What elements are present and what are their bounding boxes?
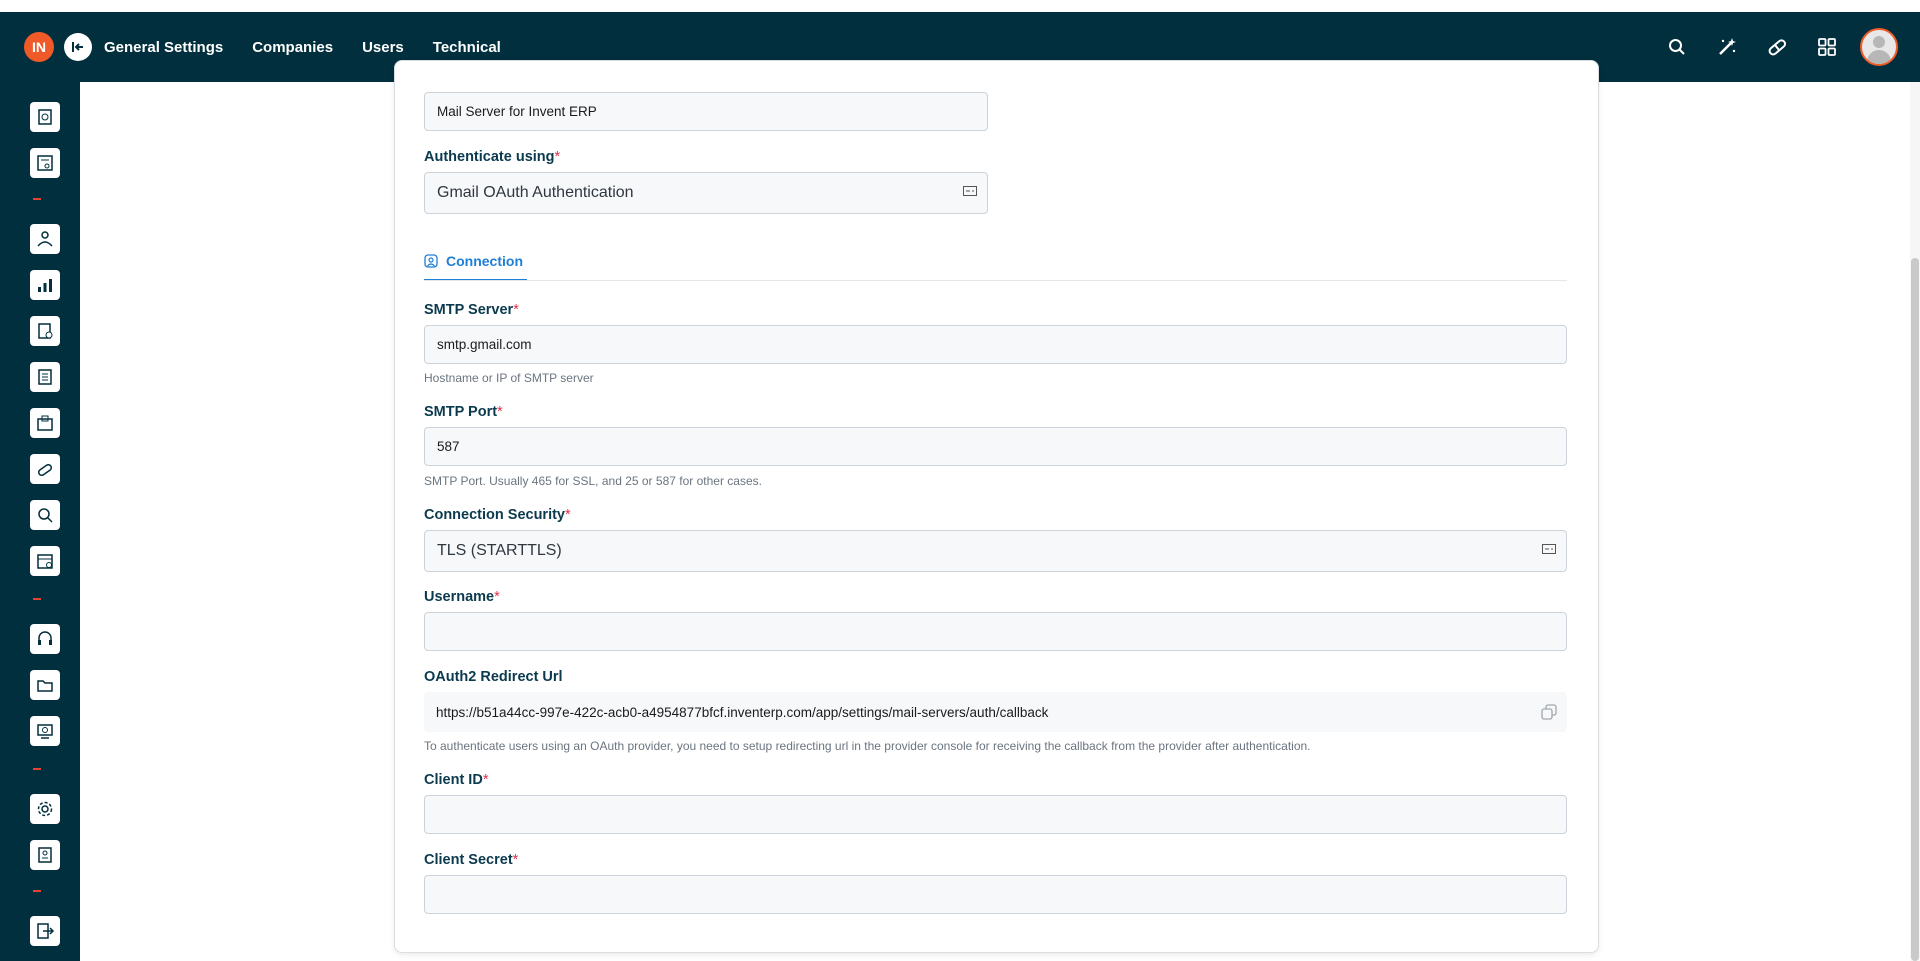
security-select[interactable]: TLS (STARTTLS) [424, 530, 1567, 572]
client-secret-input[interactable] [424, 875, 1567, 914]
smtp-port-value: 587 [437, 439, 460, 454]
select-dropdown-icon [1542, 544, 1556, 554]
employee-card-icon[interactable] [30, 840, 60, 870]
helpdesk-icon[interactable] [30, 624, 60, 654]
hr-search-icon[interactable] [30, 500, 60, 530]
nav-users[interactable]: Users [362, 39, 404, 56]
inventory-icon[interactable] [30, 408, 60, 438]
redirect-url-value: https://b51a44cc-997e-422c-acb0-a4954877… [436, 704, 1049, 720]
accounting-icon[interactable] [30, 362, 60, 392]
calendar-icon[interactable] [30, 546, 60, 576]
tab-connection-label: Connection [446, 253, 523, 269]
username-label: Username* [424, 589, 500, 605]
client-id-input[interactable] [424, 795, 1567, 834]
auth-label: Authenticate using* [424, 149, 561, 165]
smtp-port-hint: SMTP Port. Usually 465 for SSL, and 25 o… [424, 474, 762, 488]
smtp-server-label: SMTP Server* [424, 302, 519, 318]
sidebar-separator [33, 890, 41, 892]
scrollbar-thumb[interactable] [1911, 258, 1919, 961]
description-field[interactable]: Mail Server for Invent ERP [424, 92, 988, 131]
pill-icon[interactable] [1766, 36, 1788, 58]
purchase-icon[interactable] [30, 454, 60, 484]
nav-general-settings[interactable]: General Settings [104, 39, 223, 56]
smtp-port-label: SMTP Port* [424, 404, 503, 420]
select-dropdown-icon [963, 186, 977, 196]
pos-icon[interactable] [30, 148, 60, 178]
security-select-value: TLS (STARTTLS) [437, 542, 562, 559]
redirect-url-field: https://b51a44cc-997e-422c-acb0-a4954877… [424, 692, 1567, 732]
top-icons [1666, 12, 1920, 82]
website-icon[interactable] [30, 716, 60, 746]
sidebar-separator [33, 598, 41, 600]
nav-companies[interactable]: Companies [252, 39, 333, 56]
connection-icon [424, 254, 438, 268]
smtp-server-hint: Hostname or IP of SMTP server [424, 371, 594, 385]
smtp-port-input[interactable]: 587 [424, 427, 1567, 466]
smtp-server-input[interactable]: smtp.gmail.com [424, 325, 1567, 364]
tab-divider [424, 280, 1567, 281]
collapse-left-icon[interactable] [64, 33, 92, 61]
smtp-server-value: smtp.gmail.com [437, 337, 532, 352]
tab-connection[interactable]: Connection [424, 243, 527, 281]
auth-select-value: Gmail OAuth Authentication [437, 184, 634, 201]
description-value: Mail Server for Invent ERP [437, 104, 597, 119]
logout-icon[interactable] [30, 916, 60, 946]
top-strip [0, 0, 1920, 12]
apps-grid-icon[interactable] [1816, 36, 1838, 58]
app-sidebar [0, 82, 80, 961]
username-input[interactable] [424, 612, 1567, 651]
documents-icon[interactable] [30, 670, 60, 700]
sidebar-separator [33, 198, 41, 200]
invoice-icon[interactable] [30, 316, 60, 346]
client-secret-label: Client Secret* [424, 852, 519, 868]
crm-icon[interactable] [30, 224, 60, 254]
redirect-url-hint: To authenticate users using an OAuth pro… [424, 739, 1311, 753]
copy-icon[interactable] [1541, 704, 1557, 720]
sidebar-separator [33, 768, 41, 770]
auth-select[interactable]: Gmail OAuth Authentication [424, 172, 988, 214]
app-logo[interactable]: IN [24, 32, 54, 62]
redirect-url-label: OAuth2 Redirect Url [424, 669, 563, 685]
user-avatar[interactable] [1860, 28, 1898, 66]
settings-gear-icon[interactable] [30, 794, 60, 824]
security-label: Connection Security* [424, 507, 571, 523]
dashboard-icon[interactable] [30, 102, 60, 132]
client-id-label: Client ID* [424, 772, 489, 788]
sales-chart-icon[interactable] [30, 270, 60, 300]
nav-technical[interactable]: Technical [433, 39, 501, 56]
search-icon[interactable] [1666, 36, 1688, 58]
magic-wand-icon[interactable] [1716, 36, 1738, 58]
